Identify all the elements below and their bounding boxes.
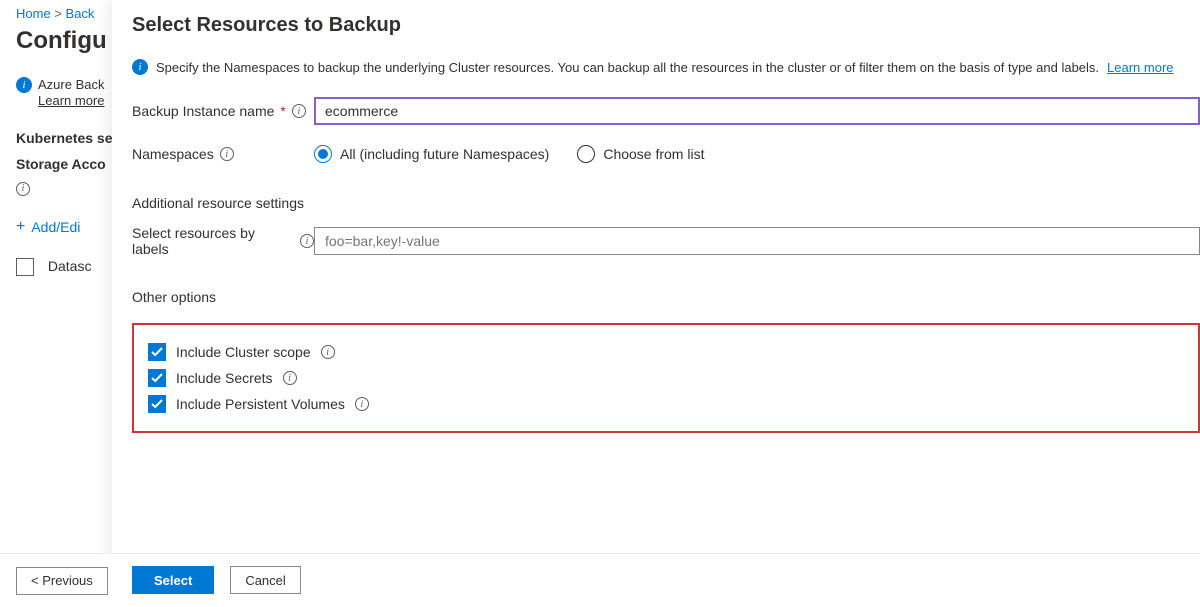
breadcrumb: Home > Back: [16, 6, 112, 21]
checkbox-cluster-scope[interactable]: Include Cluster scope i: [148, 343, 1180, 361]
checkbox-secrets-label: Include Secrets: [176, 370, 273, 386]
info-banner: i Azure Back Learn more: [16, 77, 112, 108]
instance-name-label-text: Backup Instance name: [132, 103, 274, 119]
checkbox-checked-icon: [148, 395, 166, 413]
radio-icon-unselected: [577, 145, 595, 163]
info-circle-icon: i: [321, 345, 335, 359]
info-circle-icon: i: [283, 371, 297, 385]
namespaces-row: Namespaces i All (including future Names…: [132, 145, 1200, 163]
previous-button[interactable]: < Previous: [16, 567, 108, 595]
page-title: Configu: [16, 27, 112, 55]
info-circle-icon: i: [16, 182, 30, 196]
info-icon: i: [16, 77, 32, 93]
checkbox-pv[interactable]: Include Persistent Volumes i: [148, 395, 1180, 413]
datasource-row[interactable]: Datasc: [16, 258, 112, 276]
namespaces-label-text: Namespaces: [132, 146, 214, 162]
breadcrumb-sep: >: [54, 6, 62, 21]
storage-label: Storage Acco: [16, 156, 112, 172]
radio-choose-from-list[interactable]: Choose from list: [577, 145, 704, 163]
checkbox-pv-label: Include Persistent Volumes: [176, 396, 345, 412]
instance-name-input[interactable]: [314, 97, 1200, 125]
k8s-label: Kubernetes se: [16, 130, 112, 146]
labels-row: Select resources by labels i: [132, 225, 1200, 257]
select-resources-pane: Select Resources to Backup i Specify the…: [112, 0, 1200, 607]
namespaces-label: Namespaces i: [132, 146, 314, 162]
labels-label-text: Select resources by labels: [132, 225, 294, 257]
pane-footer-buttons: Select Cancel: [132, 566, 301, 594]
info-icon: i: [132, 59, 148, 75]
checkbox-secrets[interactable]: Include Secrets i: [148, 369, 1180, 387]
breadcrumb-home[interactable]: Home: [16, 6, 51, 21]
select-button[interactable]: Select: [132, 566, 214, 594]
checkbox-cluster-label: Include Cluster scope: [176, 344, 311, 360]
checkbox-empty[interactable]: [16, 258, 34, 276]
checkbox-checked-icon: [148, 369, 166, 387]
pane-title: Select Resources to Backup: [132, 14, 1200, 37]
learn-more-link[interactable]: Learn more: [38, 93, 104, 108]
radio-all-namespaces[interactable]: All (including future Namespaces): [314, 145, 549, 163]
datasource-label: Datasc: [48, 258, 92, 274]
plus-icon: +: [16, 218, 25, 236]
info-circle-icon: i: [300, 234, 314, 248]
info-circle-icon: i: [292, 104, 306, 118]
info-circle-icon: i: [355, 397, 369, 411]
radio-choose-label: Choose from list: [603, 146, 704, 162]
labels-input[interactable]: [314, 227, 1200, 255]
info-text: Azure Back: [38, 77, 104, 92]
labels-label: Select resources by labels i: [132, 225, 314, 257]
instance-name-label: Backup Instance name * i: [132, 103, 314, 119]
additional-settings-heading: Additional resource settings: [132, 195, 1200, 211]
required-asterisk: *: [280, 103, 285, 119]
namespaces-radio-group: All (including future Namespaces) Choose…: [314, 145, 704, 163]
add-edit-label: Add/Edi: [31, 219, 80, 235]
pane-note-text: Specify the Namespaces to backup the und…: [156, 60, 1099, 75]
instance-name-row: Backup Instance name * i: [132, 97, 1200, 125]
radio-all-label: All (including future Namespaces): [340, 146, 549, 162]
breadcrumb-back[interactable]: Back: [66, 6, 95, 21]
learn-more-link[interactable]: Learn more: [1107, 60, 1173, 75]
background-panel: Home > Back Configu i Azure Back Learn m…: [0, 0, 112, 607]
add-edit-link[interactable]: + Add/Edi: [16, 218, 112, 236]
checkbox-checked-icon: [148, 343, 166, 361]
cancel-button[interactable]: Cancel: [230, 566, 300, 594]
other-options-heading: Other options: [132, 289, 1200, 305]
info-circle-icon: i: [220, 147, 234, 161]
pane-note: i Specify the Namespaces to backup the u…: [132, 59, 1200, 75]
radio-icon-selected: [314, 145, 332, 163]
other-options-highlight: Include Cluster scope i Include Secrets …: [132, 323, 1200, 433]
